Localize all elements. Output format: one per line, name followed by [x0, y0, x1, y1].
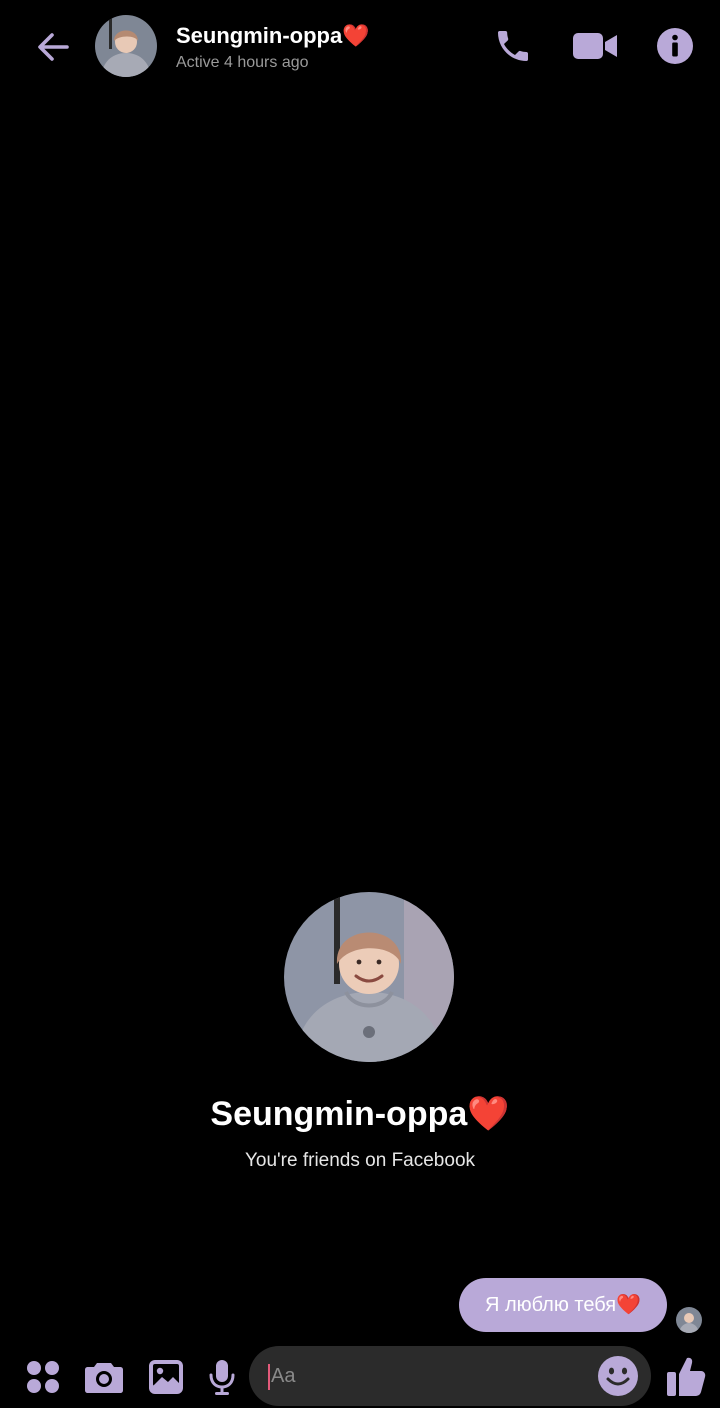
apps-grid-icon — [27, 1361, 59, 1393]
back-button[interactable] — [30, 24, 76, 70]
profile-name: Seungmin-oppa❤️ — [210, 1095, 510, 1133]
camera-icon — [85, 1363, 123, 1393]
camera-button[interactable] — [82, 1355, 126, 1399]
call-button[interactable] — [491, 24, 535, 68]
sent-message-bubble[interactable]: Я люблю тебя❤️ — [458, 1278, 667, 1332]
profile-photo — [284, 892, 454, 1062]
info-button[interactable] — [653, 24, 697, 68]
back-arrow-icon — [38, 33, 69, 61]
like-button[interactable] — [664, 1352, 708, 1400]
gallery-icon — [149, 1360, 183, 1394]
contact-name[interactable]: Seungmin-oppa❤️ — [176, 22, 370, 50]
active-status: Active 4 hours ago — [176, 54, 309, 71]
friendship-status: You're friends on Facebook — [244, 1150, 476, 1171]
header-avatar[interactable] — [95, 15, 157, 77]
video-camera-icon — [573, 33, 617, 59]
voice-message-button[interactable] — [200, 1355, 244, 1399]
message-composer[interactable] — [249, 1346, 651, 1406]
text-cursor — [268, 1364, 270, 1390]
apps-button[interactable] — [21, 1355, 65, 1399]
info-icon — [657, 28, 693, 64]
phone-icon — [498, 31, 528, 61]
gallery-button[interactable] — [144, 1355, 188, 1399]
emoji-button[interactable] — [596, 1354, 640, 1398]
avatar-image — [95, 15, 157, 77]
microphone-icon — [209, 1360, 235, 1395]
thumbs-up-icon — [667, 1357, 706, 1396]
conversation-header: Seungmin-oppa❤️ Active 4 hours ago — [0, 0, 720, 92]
message-input[interactable] — [271, 1346, 571, 1406]
emoji-icon — [598, 1356, 638, 1396]
profile-avatar[interactable] — [284, 892, 454, 1062]
video-call-button[interactable] — [571, 24, 619, 68]
seen-indicator-avatar — [676, 1307, 702, 1333]
